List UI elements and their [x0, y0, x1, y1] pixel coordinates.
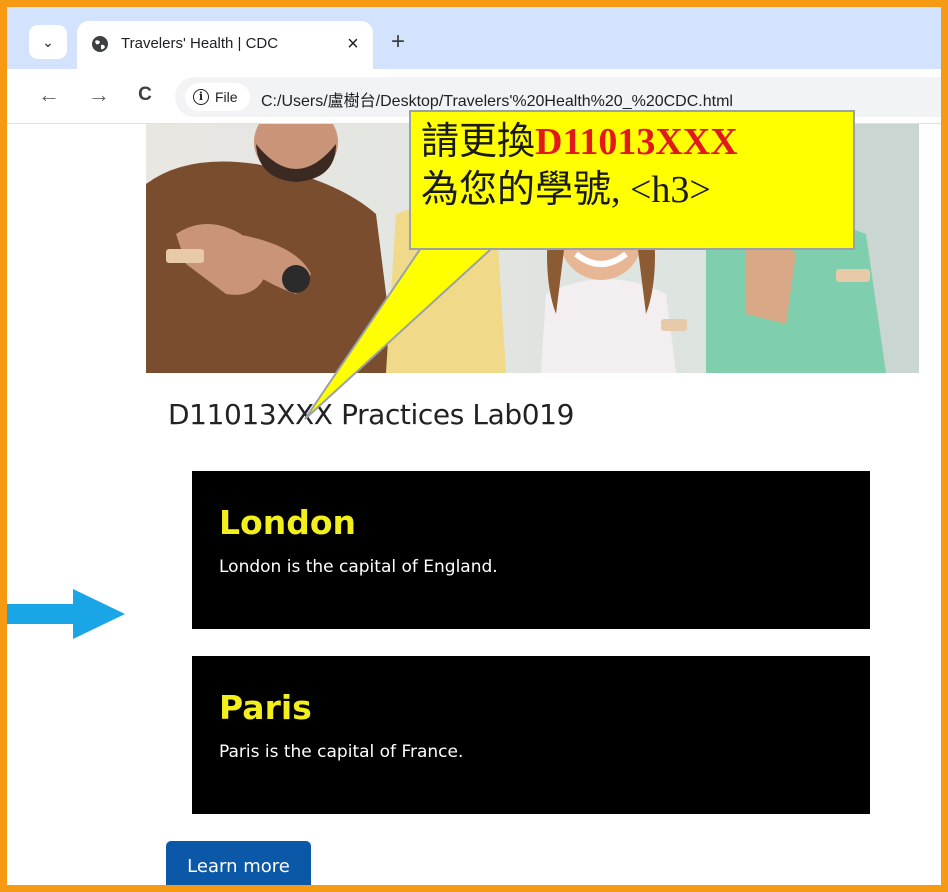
reload-icon[interactable]: C	[131, 81, 159, 109]
city-card-london: London London is the capital of England.	[192, 471, 870, 629]
forward-arrow-icon[interactable]: →	[85, 81, 113, 109]
callout-pointer	[304, 238, 505, 420]
city-card-paris: Paris Paris is the capital of France.	[192, 656, 870, 814]
card-title: Paris	[219, 688, 312, 727]
card-text: Paris is the capital of France.	[219, 742, 464, 762]
globe-icon	[92, 36, 108, 52]
right-arrow-icon	[7, 589, 125, 639]
browser-tab[interactable]: Travelers' Health | CDC ×	[77, 21, 373, 69]
info-icon: i	[193, 89, 209, 105]
site-info-label: File	[215, 89, 238, 105]
chevron-down-icon: ⌄	[42, 33, 54, 50]
callout-student-id: D11013XXX	[535, 121, 738, 163]
callout-line-1: 請更換D11013XXX	[421, 118, 843, 166]
back-arrow-icon[interactable]: ←	[35, 81, 63, 109]
tab-title: Travelers' Health | CDC	[121, 35, 279, 52]
instruction-callout: 請更換D11013XXX 為您的學號, <h3>	[409, 110, 855, 250]
tab-search-button[interactable]: ⌄	[29, 25, 67, 59]
card-text: London is the capital of England.	[219, 557, 498, 577]
browser-tab-bar: ⌄ Travelers' Health | CDC × +	[7, 7, 941, 69]
learn-more-button[interactable]: Learn more	[166, 841, 311, 885]
screenshot-frame: ⌄ Travelers' Health | CDC × + ← → C i Fi…	[0, 0, 948, 892]
site-info-chip[interactable]: i File	[185, 83, 250, 111]
url-text: C:/Users/盧樹台/Desktop/Travelers'%20Health…	[261, 93, 733, 110]
new-tab-button[interactable]: +	[383, 27, 413, 57]
close-icon[interactable]: ×	[339, 30, 367, 58]
card-title: London	[219, 503, 356, 542]
callout-line-2: 為您的學號, <h3>	[421, 169, 711, 211]
callout-text: 請更換	[421, 121, 536, 163]
